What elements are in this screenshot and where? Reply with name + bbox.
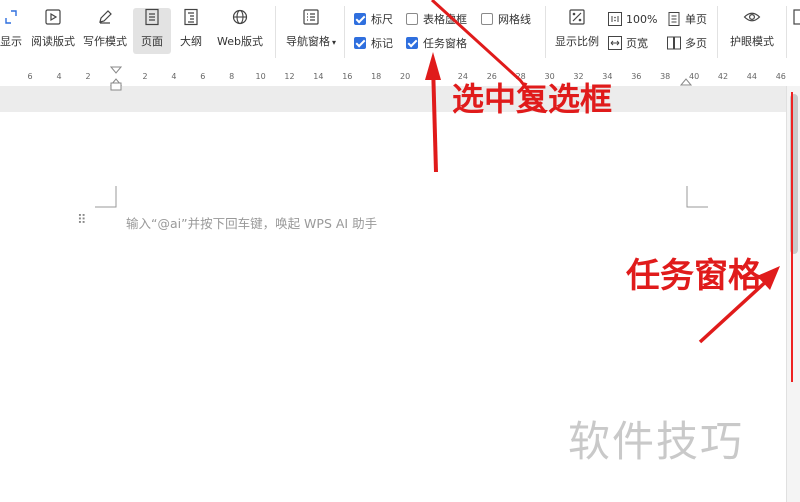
multi-page-icon [667,36,681,50]
ruler-tick-label: 14 [313,72,324,81]
margin-corner-mark [95,186,117,208]
ribbon-divider [275,6,276,58]
zoom-ratio-button[interactable]: 显示比例 [552,8,602,54]
zoom-100-button[interactable]: 100% [608,11,657,27]
ruler-tick-label: 36 [631,72,642,81]
single-page-icon [668,12,680,26]
ai-placeholder-text[interactable]: 输入“@ai”并按下回车键，唤起 WPS AI 助手 [126,213,377,232]
annotation-task-pane: 任务窗格 [626,256,762,296]
web-layout-button[interactable]: Web版式 [214,8,266,54]
page-width-button[interactable]: 页宽 [608,35,648,51]
task-pane-checkbox[interactable]: 任务窗格 [406,35,467,51]
mark-checkbox[interactable]: 标记 [354,35,393,51]
task-pane-highlight [791,92,793,382]
writing-mode-button[interactable]: 写作模式 [82,8,128,54]
ribbon-divider [545,6,546,58]
ruler-tick-label: 2 [142,72,148,81]
show-button[interactable]: 显示 [0,8,28,54]
ruler-tick-label: 46 [775,72,786,81]
list-icon [303,9,319,25]
expand-icon [5,10,17,24]
page-width-icon [608,36,622,50]
ruler-tick-label: 22 [428,72,440,81]
ruler-tick-label: 8 [229,72,235,81]
eye-icon [743,12,761,22]
margin-corner-mark [686,186,708,208]
ruler-margin-strip [0,82,800,112]
ribbon-divider [717,6,718,58]
ruler-tick-label: 42 [717,72,729,81]
outline-button[interactable]: 大纲 [176,8,206,54]
view-ribbon: 显示 阅读版式 写作模式 页面 大纲 Web版式 导航窗格 ▾ 标尺 标记 表格虚… [0,0,800,67]
gridlines-checkbox[interactable]: 网格线 [481,11,531,27]
right-indent-marker-icon[interactable] [680,76,692,86]
table-border-checkbox[interactable]: 表格虚框 [406,11,467,27]
nav-pane-label: 导航窗格 [285,35,330,48]
ruler-tick-label: 4 [171,72,177,81]
eye-protect-button[interactable]: 护眼模式 [726,8,778,54]
ruler-tick-label: 6 [200,72,206,81]
percent-icon [569,9,585,25]
ribbon-divider [344,6,345,58]
annotation-select-checkbox: 选中复选框 [452,80,613,118]
ruler-tick-label: 16 [342,72,353,81]
ruler-tick-label: 4 [56,72,62,81]
watermark-text: 软件技巧 [568,417,745,466]
ruler-tick-label: 20 [400,72,411,81]
checkbox-box [354,13,366,25]
vertical-scrollbar[interactable] [786,86,800,502]
ruler-tick-label: 44 [746,72,757,81]
checkbox-box [406,37,418,49]
checkbox-box [481,13,493,25]
drag-handle-icon[interactable]: ⠿ [77,213,87,228]
page-view-button[interactable]: 页面 [133,8,171,54]
hanging-indent-marker-icon[interactable] [110,82,122,92]
outline-icon [184,8,198,26]
ruler-tick-label: 12 [284,72,295,81]
page-icon [793,9,800,25]
checkbox-box [406,13,418,25]
chevron-down-icon: ▾ [331,38,336,47]
nav-pane-button[interactable]: 导航窗格 ▾ [282,8,340,54]
globe-icon [232,9,248,25]
multi-page-button[interactable]: 多页 [667,35,707,51]
ruler-tick-label: 10 [255,72,266,81]
pen-icon [99,10,112,24]
ruler-tick-label: 2 [85,72,91,81]
ruler-checkbox[interactable]: 标尺 [354,11,393,27]
ruler-tick-label: 18 [371,72,382,81]
page-icon [145,8,159,26]
play-icon [45,9,61,25]
ruler-tick-label: 6 [27,72,33,81]
reading-mode-button[interactable]: 阅读版式 [29,8,77,54]
one-to-one-icon [608,12,622,26]
more-ribbon-button[interactable] [792,8,800,54]
ruler-tick-label: 38 [660,72,671,81]
single-page-button[interactable]: 单页 [667,11,707,27]
checkbox-box [354,37,366,49]
ribbon-divider [786,6,787,58]
